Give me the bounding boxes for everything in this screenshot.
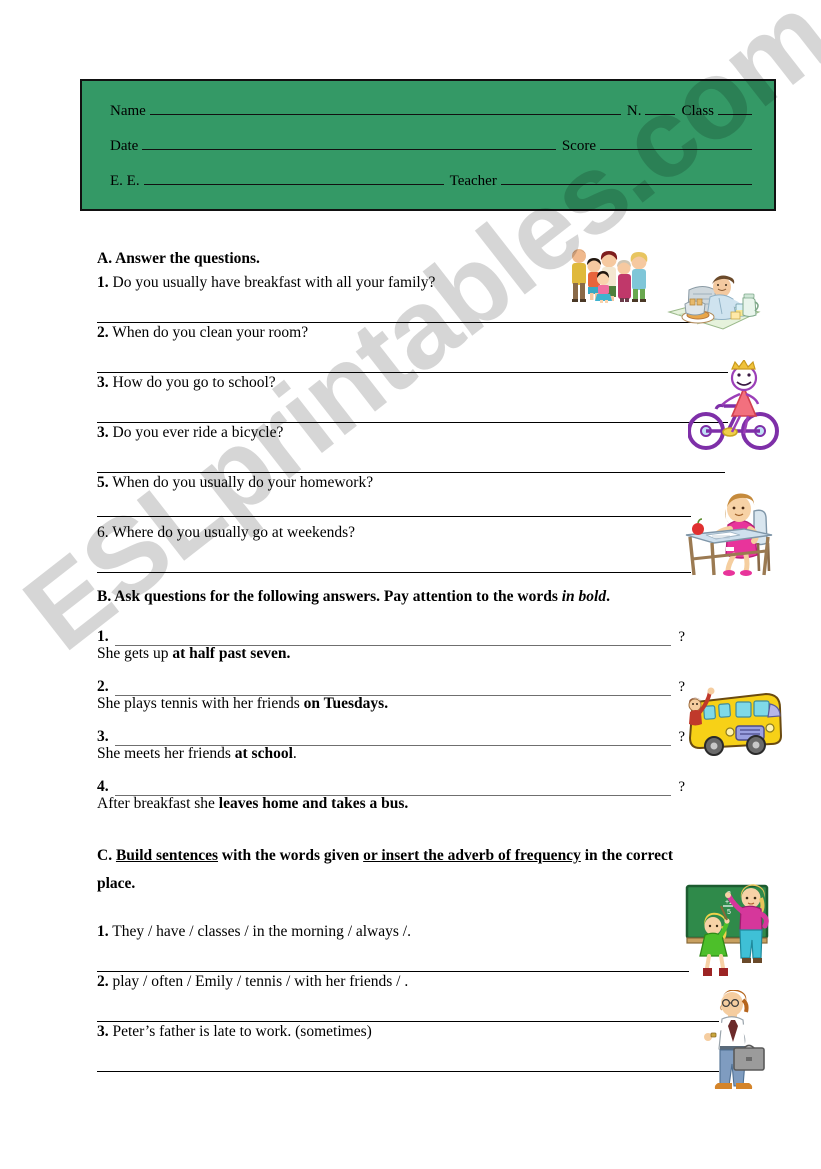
section-b-answer-4: After breakfast she leaves home and take… bbox=[97, 795, 408, 813]
section-b-answer-1: She gets up at half past seven. bbox=[97, 645, 290, 663]
answer-line-a1[interactable] bbox=[97, 322, 718, 323]
section-c-item-1: 1. They / have / classes / in the mornin… bbox=[97, 923, 411, 941]
section-c-heading-underline-1: Build sentences bbox=[115, 847, 219, 864]
section-c-heading-line2: place. bbox=[97, 875, 136, 892]
section-a-question-4: 3. Do you ever ride a bicycle? bbox=[97, 424, 283, 442]
answer-line-a4[interactable] bbox=[97, 472, 725, 473]
question-text: Do you ever ride a bicycle? bbox=[112, 424, 284, 441]
section-b-item-1-line: 1. ? bbox=[97, 628, 685, 646]
man-with-briefcase-illustration bbox=[702, 990, 772, 1090]
question-number: 5. bbox=[97, 474, 109, 491]
section-c-heading-p2: with the words given bbox=[218, 847, 364, 864]
section-c-heading-underline-2: or insert the adverb of frequency bbox=[363, 847, 581, 864]
question-number: 1. bbox=[97, 274, 109, 291]
answer-bold: on Tuesdays. bbox=[303, 695, 389, 712]
section-b-item-4-line: 4. ? bbox=[97, 778, 685, 796]
section-a-question-5: 5. When do you usually do your homework? bbox=[97, 474, 373, 492]
item-text: They / have / classes / in the morning /… bbox=[112, 923, 411, 940]
item-number: 3. bbox=[97, 1023, 109, 1040]
item-number: 2. bbox=[97, 678, 109, 695]
section-a-question-6: 6. Where do you usually go at weekends? bbox=[97, 524, 355, 542]
answer-line-a6[interactable] bbox=[97, 572, 691, 573]
section-b-answer-2: She plays tennis with her friends on Tue… bbox=[97, 695, 388, 713]
answer-pre: She meets her friends bbox=[97, 745, 235, 762]
question-mark: ? bbox=[678, 779, 685, 795]
answer-line-a5[interactable] bbox=[97, 516, 691, 517]
section-a-heading: A. Answer the questions. bbox=[97, 250, 260, 267]
teacher-at-blackboard-illustration: 3 +2 5 bbox=[685, 884, 781, 980]
question-number: 2. bbox=[97, 324, 109, 341]
section-b-heading: B. Ask questions for the following answe… bbox=[97, 587, 610, 607]
section-b-answer-3: She meets her friends at school. bbox=[97, 745, 297, 763]
section-b-item-2-line: 2. ? bbox=[97, 678, 685, 696]
answer-line-a3[interactable] bbox=[97, 422, 728, 423]
section-b-heading-pre: B. Ask questions for the following answe… bbox=[97, 588, 562, 605]
family-group-illustration bbox=[566, 247, 658, 303]
question-text: How do you go to school? bbox=[112, 374, 276, 391]
item-number: 2. bbox=[97, 973, 109, 990]
section-c-heading-p1: C. bbox=[97, 847, 116, 864]
item-number: 1. bbox=[97, 923, 109, 940]
section-c-item-2: 2. play / often / Emily / tennis / with … bbox=[97, 973, 408, 991]
item-number: 3. bbox=[97, 728, 109, 745]
question-number: 3. bbox=[97, 374, 109, 391]
answer-bold: leaves home and takes a bus. bbox=[218, 795, 409, 812]
question-text: When do you clean your room? bbox=[112, 324, 309, 341]
answer-pre: She gets up bbox=[97, 645, 173, 662]
section-c-item-3: 3. Peter’s father is late to work. (some… bbox=[97, 1023, 372, 1041]
section-a-question-1: 1. Do you usually have breakfast with al… bbox=[97, 274, 435, 292]
question-number: 6. bbox=[97, 524, 109, 541]
girl-riding-bicycle-illustration bbox=[688, 360, 780, 454]
answer-post: . bbox=[292, 745, 297, 762]
section-a-question-2: 2. When do you clean your room? bbox=[97, 324, 308, 342]
answer-bold: at school bbox=[234, 745, 293, 762]
answer-bold: at half past seven. bbox=[172, 645, 291, 662]
answer-line-c2[interactable] bbox=[97, 1021, 719, 1022]
item-number: 4. bbox=[97, 778, 109, 795]
section-c-heading: C. Build sentences with the words given … bbox=[97, 846, 727, 866]
item-text: play / often / Emily / tennis / with her… bbox=[112, 973, 409, 990]
section-b-heading-emphasis: in bold bbox=[561, 588, 607, 605]
item-number: 1. bbox=[97, 628, 109, 645]
question-text: Where do you usually go at weekends? bbox=[112, 524, 355, 541]
question-text: When do you usually do your homework? bbox=[112, 474, 374, 491]
section-c-heading-p3: in the correct bbox=[580, 847, 674, 864]
svg-text:5: 5 bbox=[727, 909, 731, 916]
answer-line-c1[interactable] bbox=[97, 971, 689, 972]
answer-line-a2[interactable] bbox=[97, 372, 728, 373]
man-having-breakfast-illustration bbox=[663, 268, 763, 333]
item-text: Peter’s father is late to work. (sometim… bbox=[112, 1023, 372, 1040]
section-b-heading-post: . bbox=[606, 588, 610, 605]
answer-pre: After breakfast she bbox=[97, 795, 219, 812]
question-number: 3. bbox=[97, 424, 109, 441]
answer-pre: She plays tennis with her friends bbox=[97, 695, 304, 712]
question-text: Do you usually have breakfast with all y… bbox=[112, 274, 436, 291]
girl-doing-homework-at-desk-illustration bbox=[684, 485, 778, 577]
answer-line-c3[interactable] bbox=[97, 1071, 719, 1072]
question-mark: ? bbox=[678, 629, 685, 645]
section-b-item-3-line: 3. ? bbox=[97, 728, 685, 746]
yellow-school-bus-illustration bbox=[680, 682, 788, 764]
section-a-question-3: 3. How do you go to school? bbox=[97, 374, 276, 392]
